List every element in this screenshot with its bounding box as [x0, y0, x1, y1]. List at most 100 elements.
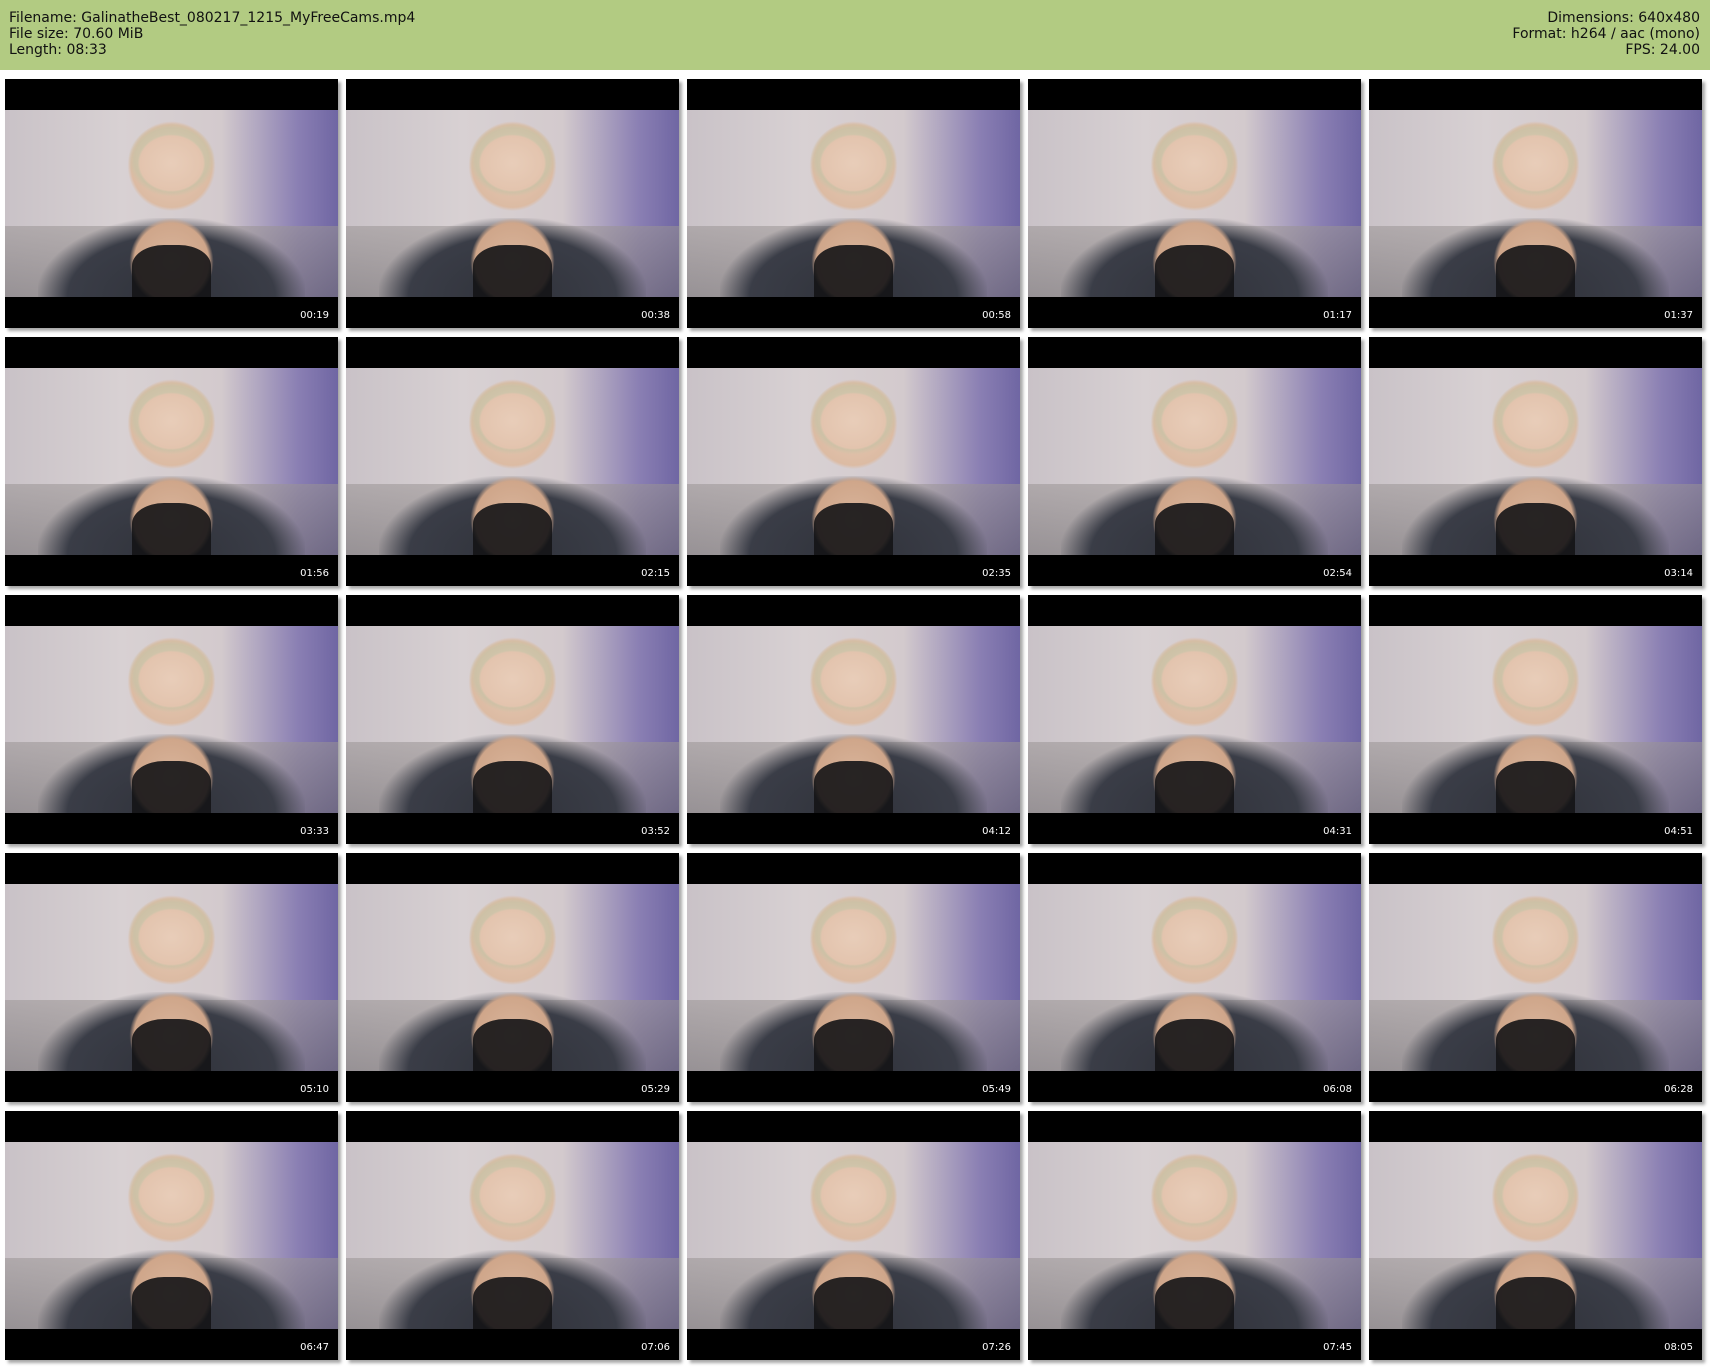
frame-garment — [1495, 1276, 1576, 1329]
frame-garment — [472, 502, 553, 555]
thumbnail-timestamp: 05:10 — [300, 1084, 329, 1095]
video-frame — [346, 368, 679, 555]
frame-garment — [1495, 760, 1576, 813]
thumbnail-9: 02:54 — [1028, 337, 1361, 586]
frame-garment — [1154, 1276, 1235, 1329]
thumbnail-timestamp: 04:51 — [1664, 826, 1693, 837]
thumbnail-5: 01:37 — [1369, 79, 1702, 328]
thumbnail-timestamp: 01:56 — [300, 568, 329, 579]
video-frame — [687, 884, 1020, 1071]
video-frame — [1369, 368, 1702, 555]
video-frame — [346, 110, 679, 297]
video-frame — [1369, 884, 1702, 1071]
thumbnail-timestamp: 00:38 — [641, 310, 670, 321]
frame-garment — [1495, 244, 1576, 297]
video-frame — [687, 368, 1020, 555]
thumbnail-timestamp: 02:54 — [1323, 568, 1352, 579]
thumbnail-15: 04:51 — [1369, 595, 1702, 844]
thumbnail-timestamp: 00:58 — [982, 310, 1011, 321]
thumbnail-8: 02:35 — [687, 337, 1020, 586]
thumbnail-timestamp: 04:12 — [982, 826, 1011, 837]
thumbnail-timestamp: 02:15 — [641, 568, 670, 579]
frame-garment — [131, 502, 212, 555]
length-text: Length: 08:33 — [9, 42, 107, 58]
video-frame — [1369, 626, 1702, 813]
thumbnail-6: 01:56 — [5, 337, 338, 586]
frame-garment — [472, 1276, 553, 1329]
video-frame — [5, 626, 338, 813]
video-frame — [1369, 1142, 1702, 1329]
file-info: Filename: GalinatheBest_080217_1215_MyFr… — [9, 10, 415, 58]
fps-text: FPS: 24.00 — [1625, 42, 1700, 58]
thumbnail-17: 05:29 — [346, 853, 679, 1102]
thumbnail-19: 06:08 — [1028, 853, 1361, 1102]
thumbnail-grid: 00:19 00:38 00:58 01:17 01:37 01:56 02:1… — [5, 79, 1705, 1365]
thumbnail-timestamp: 05:29 — [641, 1084, 670, 1095]
frame-garment — [813, 244, 894, 297]
thumbnail-timestamp: 03:52 — [641, 826, 670, 837]
video-frame — [1028, 884, 1361, 1071]
video-frame — [5, 110, 338, 297]
thumbnail-13: 04:12 — [687, 595, 1020, 844]
thumbnail-timestamp: 02:35 — [982, 568, 1011, 579]
frame-garment — [813, 1276, 894, 1329]
video-frame — [346, 626, 679, 813]
filesize-text: File size: 70.60 MiB — [9, 26, 144, 42]
thumbnail-timestamp: 01:37 — [1664, 310, 1693, 321]
frame-garment — [472, 760, 553, 813]
thumbnail-2: 00:38 — [346, 79, 679, 328]
thumbnail-12: 03:52 — [346, 595, 679, 844]
info-header: Filename: GalinatheBest_080217_1215_MyFr… — [0, 0, 1710, 70]
thumbnail-timestamp: 08:05 — [1664, 1342, 1693, 1353]
frame-garment — [1154, 244, 1235, 297]
thumbnail-23: 07:26 — [687, 1111, 1020, 1360]
thumbnail-20: 06:28 — [1369, 853, 1702, 1102]
thumbnail-timestamp: 07:26 — [982, 1342, 1011, 1353]
frame-garment — [131, 1276, 212, 1329]
video-frame — [5, 884, 338, 1071]
video-frame — [5, 368, 338, 555]
video-frame — [687, 626, 1020, 813]
thumbnail-4: 01:17 — [1028, 79, 1361, 328]
thumbnail-timestamp: 06:47 — [300, 1342, 329, 1353]
thumbnail-7: 02:15 — [346, 337, 679, 586]
frame-garment — [813, 760, 894, 813]
dimensions-text: Dimensions: 640x480 — [1547, 10, 1700, 26]
thumbnail-18: 05:49 — [687, 853, 1020, 1102]
stream-info: Dimensions: 640x480 Format: h264 / aac (… — [1512, 10, 1700, 58]
thumbnail-timestamp: 04:31 — [1323, 826, 1352, 837]
video-frame — [346, 1142, 679, 1329]
frame-garment — [1495, 502, 1576, 555]
frame-garment — [813, 1018, 894, 1071]
frame-garment — [1154, 502, 1235, 555]
frame-garment — [1154, 760, 1235, 813]
frame-garment — [472, 244, 553, 297]
video-frame — [1369, 110, 1702, 297]
thumbnail-timestamp: 06:08 — [1323, 1084, 1352, 1095]
video-frame — [1028, 110, 1361, 297]
frame-garment — [1495, 1018, 1576, 1071]
frame-garment — [131, 760, 212, 813]
thumbnail-16: 05:10 — [5, 853, 338, 1102]
video-frame — [5, 1142, 338, 1329]
thumbnail-22: 07:06 — [346, 1111, 679, 1360]
frame-garment — [131, 244, 212, 297]
frame-garment — [813, 502, 894, 555]
video-frame — [1028, 368, 1361, 555]
filename-text: Filename: GalinatheBest_080217_1215_MyFr… — [9, 10, 416, 26]
thumbnail-25: 08:05 — [1369, 1111, 1702, 1360]
video-frame — [1028, 1142, 1361, 1329]
thumbnail-10: 03:14 — [1369, 337, 1702, 586]
video-frame — [687, 110, 1020, 297]
thumbnail-timestamp: 00:19 — [300, 310, 329, 321]
format-text: Format: h264 / aac (mono) — [1512, 26, 1700, 42]
frame-garment — [1154, 1018, 1235, 1071]
thumbnail-timestamp: 03:14 — [1664, 568, 1693, 579]
thumbnail-24: 07:45 — [1028, 1111, 1361, 1360]
thumbnail-timestamp: 07:06 — [641, 1342, 670, 1353]
video-frame — [687, 1142, 1020, 1329]
video-frame — [1028, 626, 1361, 813]
thumbnail-3: 00:58 — [687, 79, 1020, 328]
thumbnail-timestamp: 05:49 — [982, 1084, 1011, 1095]
thumbnail-timestamp: 07:45 — [1323, 1342, 1352, 1353]
